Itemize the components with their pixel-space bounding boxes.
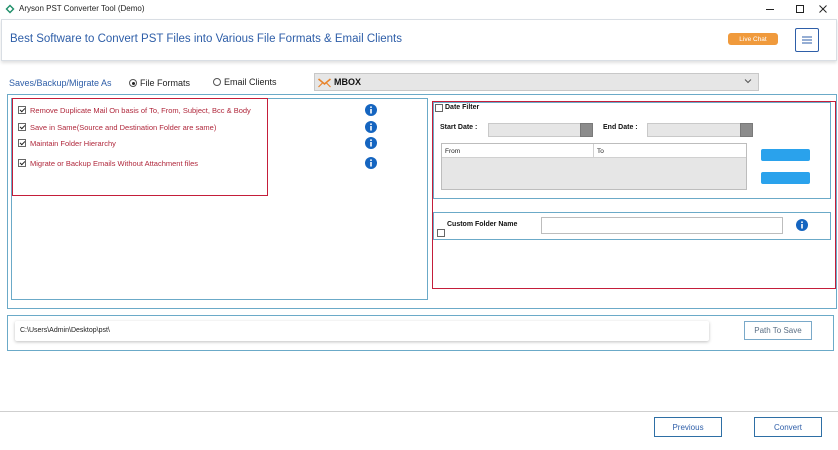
column-header-from: From	[445, 148, 461, 155]
start-date-label: Start Date :	[440, 124, 478, 131]
checkbox-remove-duplicates[interactable]	[18, 106, 26, 114]
mbox-icon	[318, 78, 331, 88]
app-header: Best Software to Convert PST Files into …	[1, 19, 837, 61]
remove-date-range-button[interactable]	[761, 172, 810, 184]
radio-email-clients[interactable]	[213, 78, 221, 86]
chevron-down-icon	[744, 79, 752, 84]
close-icon	[819, 5, 827, 13]
live-chat-button[interactable]: Live Chat	[728, 33, 778, 45]
option-label-folder-hierarchy: Maintain Folder Hierarchy	[30, 138, 116, 148]
header-title: Best Software to Convert PST Files into …	[10, 33, 402, 45]
minimize-icon	[766, 9, 774, 10]
destination-path-field[interactable]: C:\Users\Admin\Desktop\pst\	[15, 321, 709, 341]
menu-button[interactable]	[795, 28, 819, 52]
column-header-to: To	[597, 148, 604, 155]
end-date-calendar-button[interactable]	[740, 123, 753, 137]
option-label-without-attachments: Migrate or Backup Emails Without Attachm…	[30, 158, 198, 168]
maximize-icon	[796, 5, 804, 13]
option-label-remove-duplicates: Remove Duplicate Mail On basis of To, Fr…	[30, 105, 251, 115]
format-select-value: MBOX	[334, 77, 361, 87]
close-button[interactable]	[808, 1, 838, 17]
date-range-table-header: From To	[442, 144, 746, 158]
previous-button[interactable]: Previous	[654, 417, 722, 437]
hamburger-menu-icon	[802, 36, 812, 44]
checkbox-custom-folder[interactable]	[437, 229, 445, 237]
option-row-save-in-same[interactable]: Save in Same(Source and Destination Fold…	[18, 121, 216, 133]
info-icon[interactable]	[365, 137, 377, 149]
end-date-label: End Date :	[603, 124, 638, 131]
checkbox-folder-hierarchy[interactable]	[18, 139, 26, 147]
window-title: Aryson PST Converter Tool (Demo)	[19, 4, 145, 13]
date-filter-label: Date Filter	[445, 104, 480, 111]
save-as-label: Saves/Backup/Migrate As	[9, 78, 112, 88]
info-icon[interactable]	[365, 121, 377, 133]
info-icon[interactable]	[796, 219, 808, 231]
minimize-button[interactable]	[755, 1, 785, 17]
add-date-range-button[interactable]	[761, 149, 810, 161]
title-bar: Aryson PST Converter Tool (Demo)	[0, 0, 838, 18]
info-icon[interactable]	[365, 157, 377, 169]
date-range-table[interactable]: From To	[441, 143, 747, 190]
end-date-input[interactable]	[647, 123, 741, 137]
option-row-without-attachments[interactable]: Migrate or Backup Emails Without Attachm…	[18, 157, 198, 169]
format-select[interactable]: MBOX	[314, 73, 759, 91]
radio-file-formats[interactable]	[129, 79, 137, 87]
destination-path-text: C:\Users\Admin\Desktop\pst\	[20, 327, 110, 334]
path-to-save-button[interactable]: Path To Save	[744, 321, 812, 340]
info-icon[interactable]	[365, 104, 377, 116]
app-logo-icon	[5, 4, 15, 14]
checkbox-without-attachments[interactable]	[18, 159, 26, 167]
checkbox-date-filter[interactable]	[435, 104, 443, 112]
start-date-input[interactable]	[488, 123, 581, 137]
option-row-folder-hierarchy[interactable]: Maintain Folder Hierarchy	[18, 137, 116, 149]
custom-folder-input[interactable]	[541, 217, 783, 234]
checkbox-save-in-same[interactable]	[18, 123, 26, 131]
column-divider	[593, 144, 594, 158]
radio-email-clients-label: Email Clients	[224, 77, 277, 87]
custom-folder-label: Custom Folder Name	[447, 221, 518, 228]
option-row-remove-duplicates[interactable]: Remove Duplicate Mail On basis of To, Fr…	[18, 104, 251, 116]
convert-button[interactable]: Convert	[754, 417, 822, 437]
radio-file-formats-label: File Formats	[140, 78, 191, 88]
start-date-calendar-button[interactable]	[580, 123, 593, 137]
option-label-save-in-same: Save in Same(Source and Destination Fold…	[30, 122, 217, 132]
